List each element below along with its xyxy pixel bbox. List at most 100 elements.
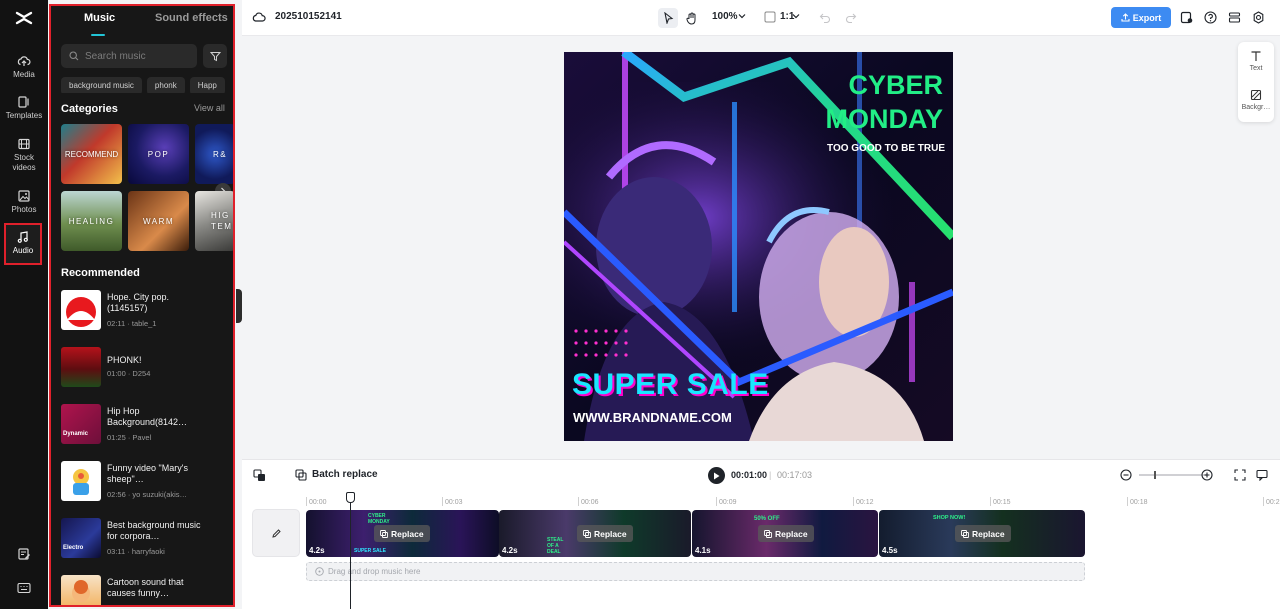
timeline-zoom-handle[interactable] xyxy=(1154,471,1156,479)
ruler-tick xyxy=(1127,497,1128,506)
music-note-icon xyxy=(17,231,28,243)
rail-item-stock-videos[interactable]: Stock videos xyxy=(0,137,48,173)
text-tool-button[interactable]: Text xyxy=(1238,50,1274,72)
suggestion-chips: background music phonk Happ xyxy=(61,75,233,93)
filter-icon xyxy=(209,51,221,61)
clip-overlay-text: CYBER MONDAY xyxy=(368,513,390,525)
music-drop-zone[interactable]: Drag and drop music here xyxy=(306,562,1085,581)
replace-button[interactable]: Replace xyxy=(577,525,633,542)
track-item[interactable]: Electro Best background music for corpor… xyxy=(61,518,231,560)
batch-replace-button[interactable]: Batch replace xyxy=(312,469,378,480)
timeline-zoom-slider[interactable] xyxy=(1139,474,1207,476)
scene-clip[interactable]: 50% OFF Replace 4.1s xyxy=(692,510,878,557)
tab-sound-effects[interactable]: Sound effects xyxy=(155,12,228,24)
left-rail: Media Templates Stock videos Photos Audi… xyxy=(0,0,48,609)
scene-clip[interactable]: STEAL OF A DEAL Replace 4.2s xyxy=(499,510,691,557)
track-item[interactable]: Cartoon sound that causes funny… xyxy=(61,575,231,605)
edit-notes-button[interactable] xyxy=(0,547,48,561)
track-item[interactable]: Hope. City pop. (1145157) 02:11 · table_… xyxy=(61,290,231,332)
replace-label: Replace xyxy=(775,528,808,539)
project-name[interactable]: 202510152141 xyxy=(275,11,342,22)
rail-item-media[interactable]: Media xyxy=(0,54,48,80)
rail-item-photos[interactable]: Photos xyxy=(0,189,48,215)
replace-button[interactable]: Replace xyxy=(955,525,1011,542)
ratio-dropdown-icon[interactable] xyxy=(792,13,800,19)
audio-panel: Music Sound effects background musicphon… xyxy=(49,4,235,607)
category-label: HIG TEM xyxy=(211,211,233,231)
rail-label-templates: Templates xyxy=(5,111,43,120)
category-high-tempo[interactable]: HIG TEM xyxy=(195,191,233,251)
export-label: Export xyxy=(1132,12,1162,23)
captions-icon[interactable] xyxy=(1256,469,1268,481)
play-button[interactable] xyxy=(708,467,725,484)
category-warm[interactable]: WARM xyxy=(128,191,189,251)
aspect-ratio-icon[interactable] xyxy=(764,11,776,23)
track-item[interactable]: Funny video "Mary's sheep"… 02:56 · yo s… xyxy=(61,461,231,503)
sale-text[interactable]: SUPER SALE xyxy=(572,368,769,402)
cloud-sync-icon[interactable] xyxy=(252,10,266,24)
category-label: R& xyxy=(213,149,228,159)
zoom-in-icon[interactable] xyxy=(1201,469,1213,481)
replace-label: Replace xyxy=(391,528,424,539)
track-meta: 03:11 · harryfaoki xyxy=(107,547,165,556)
layers-icon[interactable] xyxy=(1228,11,1241,24)
track-item[interactable]: PHONK! 01:00 · D254 xyxy=(61,347,231,389)
scene-clip[interactable]: CYBER MONDAY SUPER SALE Replace 4.2s xyxy=(306,510,499,557)
edit-cover-button[interactable] xyxy=(252,509,300,557)
help-icon[interactable] xyxy=(1204,11,1217,24)
keyboard-shortcuts-button[interactable] xyxy=(0,582,48,594)
music-search-box[interactable] xyxy=(61,44,197,68)
replace-button[interactable]: Replace xyxy=(374,525,430,542)
tagline-text[interactable]: TOO GOOD TO BE TRUE xyxy=(827,143,945,154)
headline-text[interactable]: CYBER MONDAY xyxy=(825,68,943,136)
split-scene-icon[interactable] xyxy=(253,469,266,482)
headline-line-1: CYBER xyxy=(848,70,943,100)
settings-icon[interactable] xyxy=(1252,11,1265,24)
publish-icon[interactable] xyxy=(1180,11,1193,24)
cloud-upload-icon xyxy=(17,56,31,66)
export-button[interactable]: Export xyxy=(1111,7,1171,28)
tab-music[interactable]: Music xyxy=(84,12,115,24)
track-thumbnail-text: Electro xyxy=(63,545,84,551)
playhead-handle[interactable] xyxy=(346,492,355,503)
category-label: POP xyxy=(147,149,170,159)
background-tool-button[interactable]: Backgr… xyxy=(1238,89,1274,111)
design-artboard[interactable]: CYBER MONDAY TOO GOOD TO BE TRUE SUPER S… xyxy=(564,52,953,441)
chip-phonk[interactable]: phonk xyxy=(146,77,185,93)
view-all-link[interactable]: View all xyxy=(194,103,225,113)
rail-item-audio[interactable]: Audio xyxy=(4,223,42,265)
ruler-label: 00:06 xyxy=(581,499,599,506)
replace-label: Replace xyxy=(972,528,1005,539)
batch-replace-icon[interactable] xyxy=(295,469,307,481)
track-title: Hope. City pop. (1145157) xyxy=(107,292,170,313)
track-item[interactable]: Dynamic Hip Hop Background(8142… 01:25 ·… xyxy=(61,404,231,446)
playhead-line[interactable] xyxy=(350,493,351,609)
track-thumbnail xyxy=(61,461,101,501)
ruler-tick xyxy=(716,497,717,506)
music-search-input[interactable] xyxy=(85,50,195,62)
zoom-level[interactable]: 100% xyxy=(712,11,738,22)
zoom-out-icon[interactable] xyxy=(1120,469,1132,481)
hand-tool-button[interactable] xyxy=(682,8,702,28)
track-title: Best background music for corpora… xyxy=(107,520,201,541)
redo-icon[interactable] xyxy=(845,11,857,23)
zoom-dropdown-icon[interactable] xyxy=(738,13,746,19)
undo-icon[interactable] xyxy=(819,11,831,23)
category-pop[interactable]: POP xyxy=(128,124,189,184)
chip-happy[interactable]: Happ xyxy=(189,77,225,93)
filter-button[interactable] xyxy=(203,44,227,68)
chip-background-music[interactable]: background music xyxy=(61,77,142,93)
capcut-logo[interactable] xyxy=(14,8,34,28)
category-healing[interactable]: HEALING xyxy=(61,191,122,251)
edit-document-icon xyxy=(18,548,30,560)
replace-button[interactable]: Replace xyxy=(758,525,814,542)
category-rnb[interactable]: R& xyxy=(195,124,233,184)
fit-timeline-icon[interactable] xyxy=(1234,469,1246,481)
rail-item-templates[interactable]: Templates xyxy=(0,95,48,121)
brand-url-text[interactable]: WWW.BRANDNAME.COM xyxy=(573,410,732,425)
scene-clip[interactable]: SHOP NOW! Replace 4.5s xyxy=(879,510,1085,557)
select-tool-button[interactable] xyxy=(658,8,678,28)
track-thumbnail xyxy=(61,575,101,605)
ruler-label: 00:18 xyxy=(1130,499,1148,506)
category-recommend[interactable]: RECOMMEND xyxy=(61,124,122,184)
